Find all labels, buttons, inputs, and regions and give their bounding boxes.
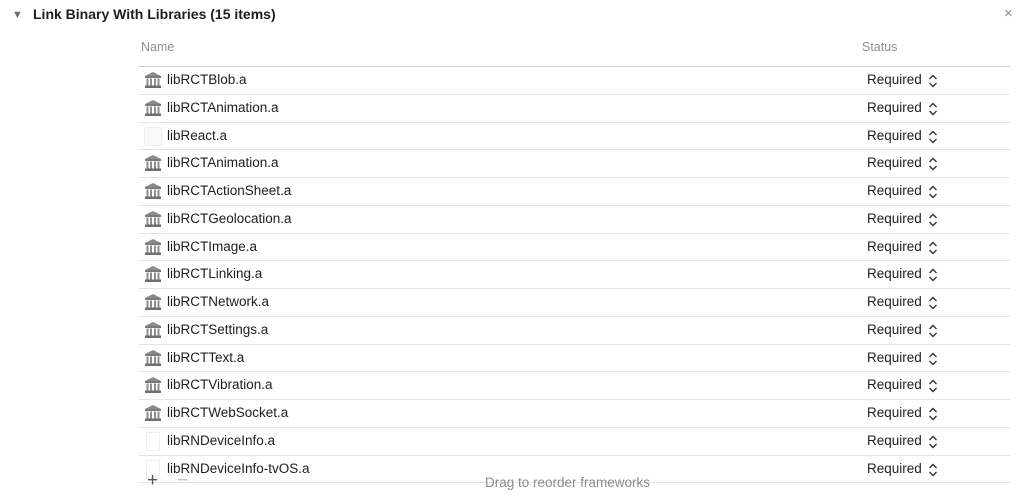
file-icon [146, 431, 160, 451]
library-icon [144, 238, 162, 256]
table-row[interactable]: libRCTAnimation.a Required [139, 150, 1010, 178]
status-popup[interactable]: Required [867, 72, 922, 87]
status-popup[interactable]: Required [867, 100, 922, 115]
column-header-status[interactable]: Status [862, 40, 897, 54]
library-name: libRCTImage.a [167, 238, 258, 254]
table-row[interactable]: libRNDeviceInfo.a Required [139, 428, 1010, 456]
up-down-chevron-icon[interactable] [928, 406, 938, 422]
up-down-chevron-icon[interactable] [928, 156, 938, 172]
library-icon [144, 349, 162, 367]
status-popup[interactable]: Required [867, 377, 922, 392]
close-icon[interactable]: × [1004, 6, 1013, 22]
table-header: Name Status [139, 38, 1010, 67]
column-header-name[interactable]: Name [141, 40, 174, 54]
section-title: Link Binary With Libraries (15 items) [33, 6, 276, 22]
status-popup[interactable]: Required [867, 294, 922, 309]
table-row[interactable]: libRCTSettings.a Required [139, 317, 1010, 345]
up-down-chevron-icon[interactable] [928, 184, 938, 200]
status-popup[interactable]: Required [867, 211, 922, 226]
library-icon [144, 210, 162, 228]
table-row[interactable]: libReact.a Required [139, 123, 1010, 151]
library-name: libReact.a [167, 127, 228, 143]
reorder-hint: Drag to reorder frameworks [485, 475, 651, 490]
up-down-chevron-icon[interactable] [928, 101, 938, 117]
library-name: libRCTBlob.a [167, 72, 247, 87]
library-name: libRCTAnimation.a [167, 99, 279, 115]
library-name: libRCTText.a [167, 349, 245, 365]
up-down-chevron-icon[interactable] [928, 129, 938, 145]
table-row[interactable]: libRCTVibration.a Required [139, 372, 1010, 400]
table-row[interactable]: libRCTAnimation.a Required [139, 95, 1010, 123]
library-name: libRCTNetwork.a [167, 294, 270, 309]
status-popup[interactable]: Required [867, 128, 922, 143]
triangle-down-icon[interactable]: ▼ [12, 8, 26, 22]
library-icon [144, 321, 162, 339]
table-row[interactable]: libRCTWebSocket.a Required [139, 400, 1010, 428]
up-down-chevron-icon[interactable] [928, 240, 938, 256]
library-name: libRCTSettings.a [167, 321, 269, 337]
library-name: libRNDeviceInfo.a [167, 432, 276, 448]
up-down-chevron-icon[interactable] [928, 323, 938, 339]
library-name: libRCTActionSheet.a [167, 183, 292, 198]
library-name: libRCTGeolocation.a [167, 210, 292, 226]
table-row[interactable]: libRCTActionSheet.a Required [139, 178, 1010, 206]
library-name: libRCTWebSocket.a [167, 405, 289, 420]
status-popup[interactable]: Required [867, 239, 922, 254]
libraries-table: Name Status libRCTBlob.a Required libRCTAn… [139, 38, 1010, 484]
status-popup[interactable]: Required [867, 322, 922, 337]
up-down-chevron-icon[interactable] [928, 295, 938, 311]
library-icon [144, 182, 162, 200]
library-icon [144, 71, 162, 89]
table-row[interactable]: libRCTGeolocation.a Required [139, 206, 1010, 234]
status-popup[interactable]: Required [867, 433, 922, 448]
up-down-chevron-icon[interactable] [928, 267, 938, 283]
up-down-chevron-icon[interactable] [928, 73, 938, 89]
table-row[interactable]: libRCTNetwork.a Required [139, 289, 1010, 317]
status-popup[interactable]: Required [867, 405, 922, 420]
table-row[interactable]: libRCTText.a Required [139, 345, 1010, 373]
status-popup[interactable]: Required [867, 183, 922, 198]
up-down-chevron-icon[interactable] [928, 351, 938, 367]
table-row[interactable]: libRCTLinking.a Required [139, 261, 1010, 289]
library-name: libRCTLinking.a [167, 266, 263, 282]
add-button[interactable]: + [147, 471, 158, 491]
table-body: libRCTBlob.a Required libRCTAnimation.a Req… [139, 67, 1010, 484]
library-icon [144, 404, 162, 422]
blank-library-icon [144, 126, 162, 146]
status-popup[interactable]: Required [867, 266, 922, 281]
up-down-chevron-icon[interactable] [928, 212, 938, 228]
table-row[interactable]: libRCTImage.a Required [139, 234, 1010, 262]
library-name: libRCTVibration.a [167, 377, 273, 393]
library-icon [144, 265, 162, 283]
library-icon [144, 99, 162, 117]
up-down-chevron-icon[interactable] [928, 378, 938, 394]
table-footer: + − Drag to reorder frameworks [139, 470, 1010, 496]
library-icon [144, 293, 162, 311]
build-phase-header: ▼ Link Binary With Libraries (15 items) … [0, 0, 1024, 30]
status-popup[interactable]: Required [867, 350, 922, 365]
up-down-chevron-icon[interactable] [928, 434, 938, 450]
library-name: libRCTAnimation.a [167, 155, 279, 171]
remove-button[interactable]: − [177, 471, 188, 491]
table-row[interactable]: libRCTBlob.a Required [139, 67, 1010, 95]
library-icon [144, 376, 162, 394]
status-popup[interactable]: Required [867, 155, 922, 170]
library-icon [144, 154, 162, 172]
